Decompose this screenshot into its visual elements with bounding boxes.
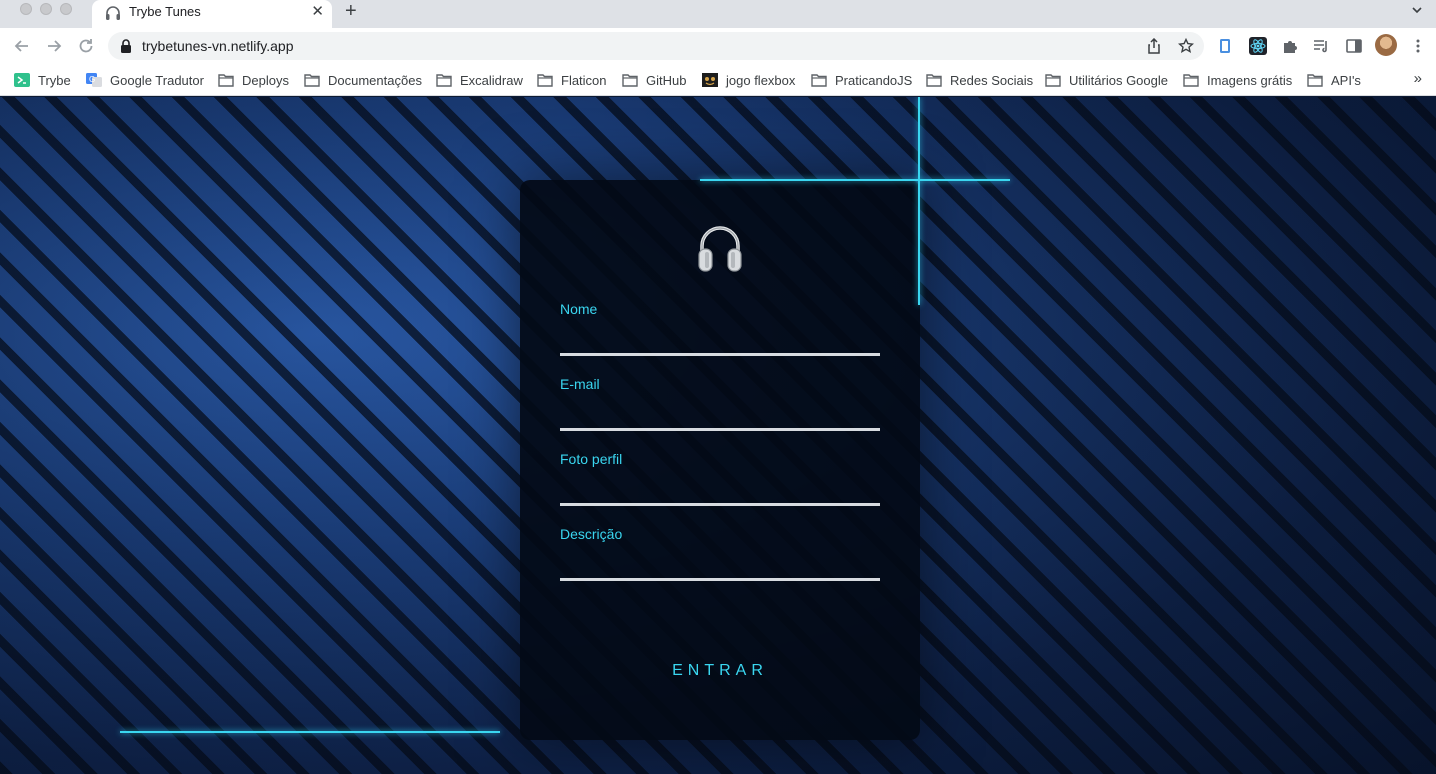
bookmark-label: Imagens grátis [1207,72,1293,88]
extensions-puzzle-icon[interactable] [1281,37,1299,55]
bookmark-jogo-flexbox[interactable]: jogo flexbox [702,71,795,89]
login-form: Nome E-mail Foto perfil Descrição ENTRAR [520,180,920,740]
lock-icon[interactable] [120,39,132,53]
bookmark-google-tradutor[interactable]: G Google Tradutor [86,71,204,89]
google-translate-icon: G [86,73,102,87]
bookmarks-overflow-chevron[interactable]: » [1414,70,1422,87]
bookmark-folder-excalidraw[interactable]: Excalidraw [436,71,523,89]
bookmark-folder-deploys[interactable]: Deploys [218,71,289,89]
reading-list-icon[interactable] [1312,37,1330,55]
bookmark-label: API's [1331,72,1361,88]
bookmarks-bar: Trybe G Google Tradutor Deploys Document… [0,64,1436,96]
folder-icon [436,74,452,87]
bookmark-label: Documentações [328,72,422,88]
bookmark-label: Deploys [242,72,289,88]
window-minimize-button[interactable] [40,3,52,15]
description-input[interactable] [560,555,880,581]
folder-icon [926,74,942,87]
photo-label: Foto perfil [560,451,623,467]
bookmark-folder-praticandojs[interactable]: PraticandoJS [811,71,912,89]
folder-icon [622,74,638,87]
name-input[interactable] [560,330,880,356]
folder-icon [218,74,234,87]
bookmark-folder-apis[interactable]: API's [1307,71,1361,89]
enter-button[interactable]: ENTRAR [630,654,810,688]
photo-url-input[interactable] [560,480,880,506]
bookmark-label: GitHub [646,72,687,88]
bookmark-folder-github[interactable]: GitHub [622,71,686,89]
side-panel-icon[interactable] [1345,37,1363,55]
bookmark-label: jogo flexbox [726,72,796,88]
bookmark-label: Trybe [38,72,71,88]
folder-icon [1183,74,1199,87]
email-input[interactable] [560,405,880,431]
browser-tab-active[interactable]: Trybe Tunes ✕ [92,0,332,28]
tab-strip: Trybe Tunes ✕ + [0,0,1436,28]
browser-toolbar: trybetunes-vn.netlify.app [0,28,1436,64]
bookmark-label: Google Tradutor [110,72,204,88]
bookmark-label: PraticandoJS [835,72,913,88]
bookmark-folder-imagens-gratis[interactable]: Imagens grátis [1183,71,1292,89]
bookmark-folder-flaticon[interactable]: Flaticon [537,71,607,89]
flexbox-froggy-icon [702,73,718,87]
bookmark-label: Flaticon [561,72,607,88]
bookmark-label: Utilitários Google [1069,72,1168,88]
neon-horizontal-line-top [700,179,1010,181]
kebab-menu-icon[interactable] [1409,37,1427,55]
window-close-button[interactable] [20,3,32,15]
login-page: Nome E-mail Foto perfil Descrição ENTRAR [0,97,1436,774]
bookmark-folder-redes-sociais[interactable]: Redes Sociais [926,71,1033,89]
bookmark-trybe[interactable]: Trybe [14,71,71,89]
folder-icon [537,74,553,87]
reload-icon[interactable] [76,36,96,56]
description-label: Descrição [560,526,623,542]
folder-icon [811,74,827,87]
profile-avatar[interactable] [1375,34,1397,56]
svg-text:G: G [89,75,95,84]
folder-icon [1045,74,1061,87]
address-bar[interactable]: trybetunes-vn.netlify.app [108,32,1204,60]
bookmark-label: Redes Sociais [950,72,1034,88]
extension-doc-icon[interactable] [1216,37,1234,55]
window-zoom-button[interactable] [60,3,72,15]
email-label: E-mail [560,376,600,392]
forward-arrow-icon[interactable] [44,36,64,56]
neon-vertical-line [918,97,920,305]
folder-icon [1307,74,1323,87]
tab-close-icon[interactable]: ✕ [311,3,324,21]
folder-icon [304,74,320,87]
tab-search-chevron-icon[interactable] [1410,3,1424,17]
url-text[interactable]: trybetunes-vn.netlify.app [142,38,294,54]
react-devtools-icon[interactable] [1249,37,1267,55]
bookmark-star-icon[interactable] [1178,38,1194,54]
share-icon[interactable] [1146,38,1162,54]
headphones-favicon-icon [106,6,120,20]
bookmark-label: Excalidraw [460,72,523,88]
trybe-icon [14,73,30,87]
new-tab-button[interactable]: + [345,1,357,21]
bookmark-folder-utilitarios-google[interactable]: Utilitários Google [1045,71,1168,89]
back-arrow-icon[interactable] [12,36,32,56]
bookmark-folder-documentacoes[interactable]: Documentações [304,71,422,89]
name-label: Nome [560,301,598,317]
neon-horizontal-line-bottom [120,731,500,733]
tab-title: Trybe Tunes [129,4,201,19]
headphones-icon [698,226,742,272]
